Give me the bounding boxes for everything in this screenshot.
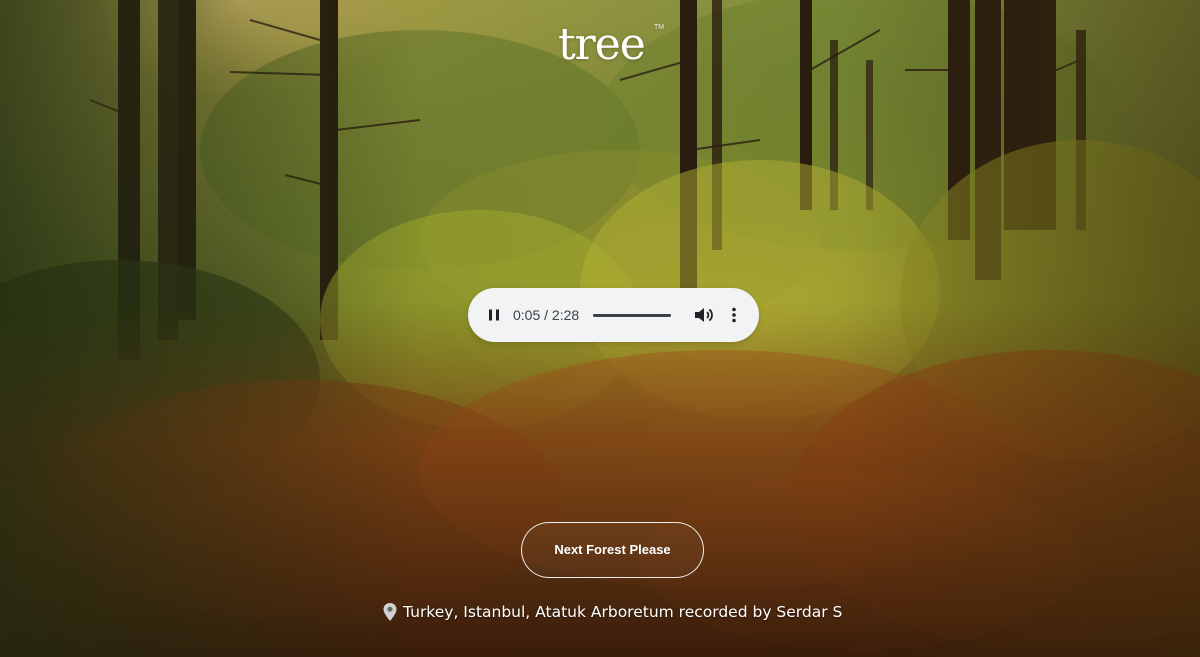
playback-time: 0:05 / 2:28 — [513, 306, 579, 324]
audio-player: 0:05 / 2:28 — [468, 288, 759, 342]
volume-icon — [695, 308, 713, 322]
brand-logo: tree TM — [558, 20, 668, 76]
pause-icon — [489, 309, 499, 321]
more-vertical-icon — [732, 307, 736, 323]
map-pin-icon — [383, 603, 397, 621]
more-options-button[interactable] — [722, 303, 746, 327]
seek-progress — [593, 314, 671, 317]
pause-button[interactable] — [482, 303, 506, 327]
recording-location: Turkey, Istanbul, Atatuk Arboretum recor… — [382, 600, 862, 624]
location-caption: Turkey, Istanbul, Atatuk Arboretum recor… — [403, 603, 843, 621]
time-separator: / — [544, 307, 552, 323]
duration: 2:28 — [551, 307, 580, 323]
current-time: 0:05 — [513, 307, 541, 323]
seek-slider[interactable] — [593, 312, 671, 318]
page: tree TM 0:05 / 2:28 Next Forest Please T… — [0, 0, 1200, 657]
next-forest-button[interactable]: Next Forest Please — [521, 522, 704, 578]
volume-button[interactable] — [692, 303, 716, 327]
logo-wordmark: tree — [558, 19, 646, 70]
trademark-mark: TM — [654, 24, 665, 31]
